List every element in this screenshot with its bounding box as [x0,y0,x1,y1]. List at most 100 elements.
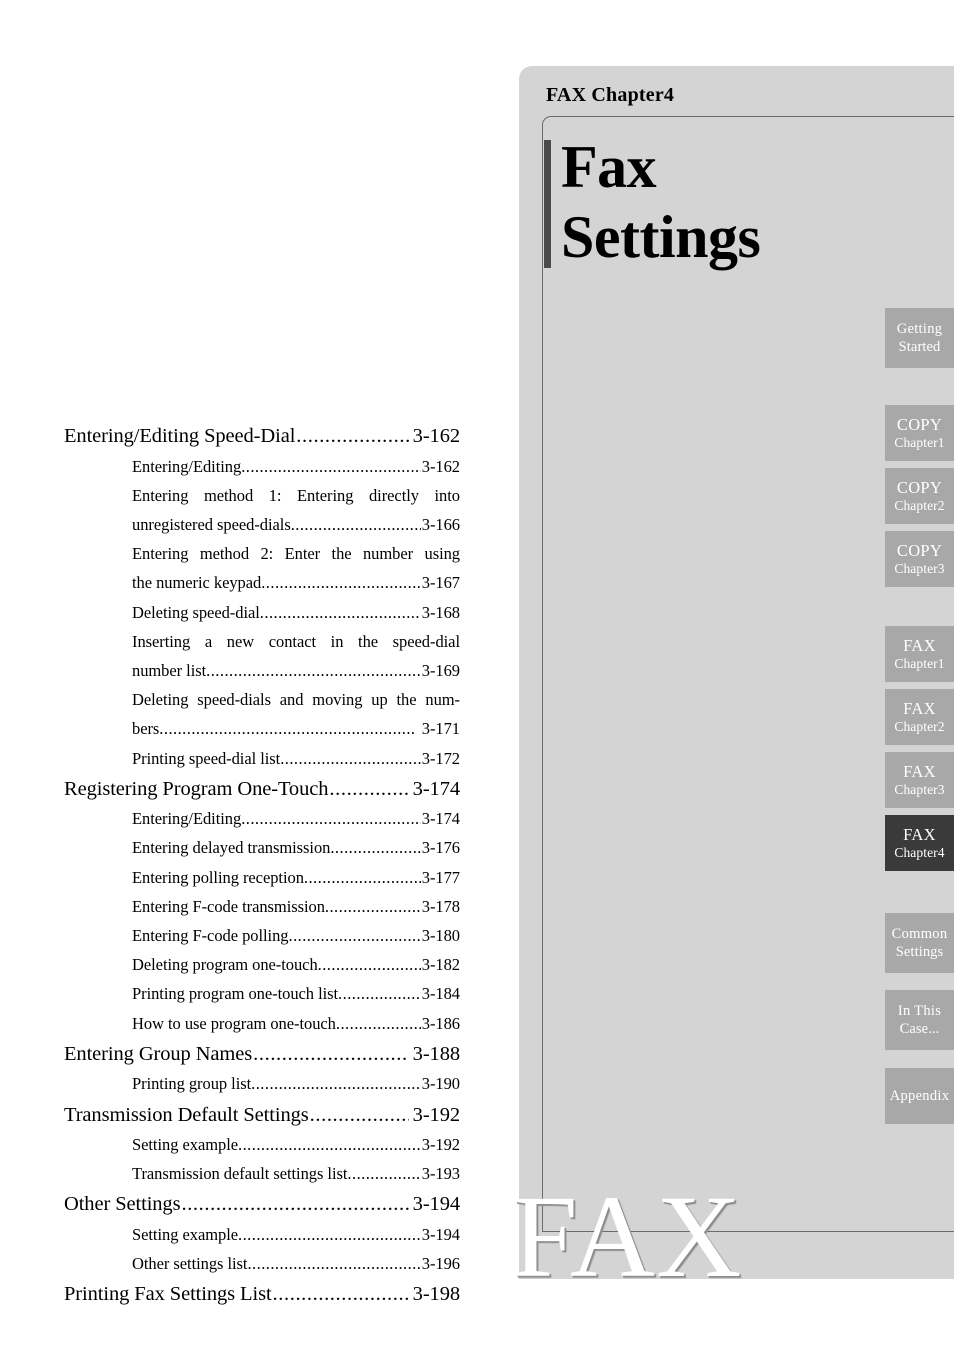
toc-entry-row: Other settings list.....................… [132,1249,460,1278]
toc-leader-dots: ........................................… [238,1135,421,1155]
toc-entry-page: 3-192 [421,1135,460,1155]
toc-entry-level2[interactable]: Setting example.........................… [132,1220,460,1249]
toc-entry-row: Deleting speed-dial.....................… [132,598,460,627]
sidebar-tab-appendix[interactable]: Appendix [885,1068,954,1124]
sidebar-tab-line-1: In This [897,1003,942,1019]
toc-entry-row: Setting example.........................… [132,1130,460,1159]
toc-entry-level1[interactable]: Entering Group Names....................… [64,1040,460,1070]
toc-entry-level2[interactable]: Setting example.........................… [132,1130,460,1159]
toc-leader-dots: ........................................… [253,1042,409,1065]
toc-entry-level1[interactable]: Registering Program One-Touch...........… [64,775,460,805]
sidebar-tab-line-2: Chapter2 [894,719,945,734]
toc-entry-level2[interactable]: Printing program one-touch list ........… [132,979,460,1008]
toc-entry-level2[interactable]: Entering F-code polling.................… [132,921,460,950]
toc-entry-page: 3-178 [421,896,460,916]
toc-entry-title: Printing program one-touch list [132,984,339,1004]
toc-entry-level2[interactable]: Entering method 2: Enter the number usin… [132,539,460,597]
sidebar-tab-fax-chapter2[interactable]: FAX Chapter2 [885,689,954,745]
toc-leader-dots: ........................................… [303,867,421,887]
sidebar-tab-line-2: Chapter1 [894,656,945,671]
toc-entry-level2[interactable]: Other settings list.....................… [132,1249,460,1278]
toc-entry-level2[interactable]: Deleting speed-dials and moving up the n… [132,685,460,743]
toc-entry-title: How to use program one-touch [132,1013,336,1033]
toc-entry-level2[interactable]: Entering delayed transmission...........… [132,833,460,862]
toc-leader-dots: ........................................… [159,719,416,739]
toc-entry-title: Transmission default settings list [132,1164,348,1184]
toc-entry-page: 3-184 [421,984,460,1004]
toc-entry-row: Printing group list ....................… [132,1069,460,1098]
sidebar-tab-line-2: Started [898,339,941,355]
toc-leader-dots: ........................................… [241,809,421,829]
toc-entry-page: 3-186 [421,1013,460,1033]
chapter-tab-rail: Getting Started COPY Chapter1 COPY Chapter2 CO… [885,0,954,1350]
sidebar-tab-line-2: Chapter2 [894,498,945,513]
toc-entry-level2[interactable]: Entering F-code transmission............… [132,892,460,921]
toc-entry-level1[interactable]: Entering/Editing Speed-Dial.............… [64,422,460,452]
toc-entry-level2[interactable]: Entering polling reception .............… [132,863,460,892]
toc-entry-page: 3-196 [421,1254,460,1274]
toc-entry-title: Printing group list [132,1074,252,1094]
toc-leader-dots: ........................................… [290,514,421,534]
toc-leader-dots: ........................................… [335,1013,421,1033]
toc-entry-page: 3-193 [421,1164,460,1184]
toc-entry-level2[interactable]: How to use program one-touch ...........… [132,1009,460,1038]
toc-leader-dots: ........................................… [259,602,421,622]
toc-entry-level2[interactable]: Printing speed-dial list................… [132,744,460,773]
sidebar-tab-fax-chapter1[interactable]: FAX Chapter1 [885,626,954,682]
toc-entry-row: Entering/Editing........................… [132,452,460,481]
sidebar-tab-fax-chapter4[interactable]: FAX Chapter4 [885,815,954,871]
toc-entry-title: Transmission Default Settings [64,1103,309,1126]
toc-entry-page: 3-176 [421,838,460,858]
toc-entry-title: Deleting speed-dial [132,602,260,622]
toc-leader-dots: ........................................… [288,926,421,946]
toc-entry-wrapped-line: Inserting a new contact in the speed-dia… [132,631,460,651]
toc-entry-level2[interactable]: Entering/Editing........................… [132,452,460,481]
toc-entry-title: Entering polling reception [132,867,304,887]
toc-entry-row: Entering F-code transmission............… [132,892,460,921]
toc-entry-page: 3-171 [421,719,460,739]
toc-leader-dots: ........................................… [272,1283,409,1306]
sidebar-tab-line-2: Chapter4 [894,845,945,860]
sidebar-tab-in-this-case[interactable]: In This Case... [885,990,954,1050]
sidebar-tab-getting-started[interactable]: Getting Started [885,308,954,368]
sidebar-tab-copy-chapter3[interactable]: COPY Chapter3 [885,531,954,587]
toc-entry-level2[interactable]: Deleting program one-touch .............… [132,950,460,979]
toc-entry-row: Entering delayed transmission...........… [132,833,460,862]
toc-entry-row: bers....................................… [132,714,460,743]
toc-entry-row: Entering/Editing........................… [132,804,460,833]
toc-entry-level2[interactable]: Entering method 1: Entering directly int… [132,481,460,539]
sidebar-tab-line-2: Settings [895,944,944,960]
sidebar-tab-copy-chapter1[interactable]: COPY Chapter1 [885,405,954,461]
toc-leader-dots: ........................................… [206,660,421,680]
toc-entry-row: the numeric keypad......................… [132,568,460,597]
toc-entry-row: Entering polling reception .............… [132,863,460,892]
toc-entry-row: Setting example.........................… [132,1220,460,1249]
toc-entry-level1[interactable]: Transmission Default Settings...........… [64,1101,460,1131]
sidebar-tab-line-1: FAX [903,762,936,781]
page-title-line-2: Settings [561,204,761,270]
toc-entry-level2[interactable]: Entering/Editing........................… [132,804,460,833]
toc-entry-page: 3-169 [421,660,460,680]
toc-entry-title: Printing Fax Settings List [64,1283,272,1306]
toc-entry-level2[interactable]: Inserting a new contact in the speed-dia… [132,627,460,685]
sidebar-tab-fax-chapter3[interactable]: FAX Chapter3 [885,752,954,808]
toc-entry-title: Entering Group Names [64,1042,253,1065]
sidebar-tab-common-settings[interactable]: Common Settings [885,913,954,973]
fax-watermark: FAX [512,1171,743,1302]
toc-entry-row: Printing speed-dial list................… [132,744,460,773]
toc-entry-level1[interactable]: Printing Fax Settings List .............… [64,1280,460,1310]
sidebar-tab-copy-chapter2[interactable]: COPY Chapter2 [885,468,954,524]
sidebar-tab-line-1: Common [891,926,948,942]
toc-entry-level2[interactable]: Transmission default settings list......… [132,1159,460,1188]
toc-entry-page: 3-192 [412,1103,460,1126]
toc-entry-level2[interactable]: Printing group list ....................… [132,1069,460,1098]
toc-entry-page: 3-188 [412,1042,460,1065]
toc-entry-level2[interactable]: Deleting speed-dial.....................… [132,598,460,627]
toc-entry-title: Setting example [132,1135,239,1155]
sidebar-tab-line-1: COPY [896,541,943,560]
toc-entry-row: Deleting program one-touch .............… [132,950,460,979]
sidebar-tab-line-1: FAX [903,825,936,844]
sidebar-tab-line-2: Chapter3 [894,561,945,576]
toc-entry-level1[interactable]: Other Settings .........................… [64,1190,460,1220]
toc-entry-title: Entering/Editing [132,809,242,829]
